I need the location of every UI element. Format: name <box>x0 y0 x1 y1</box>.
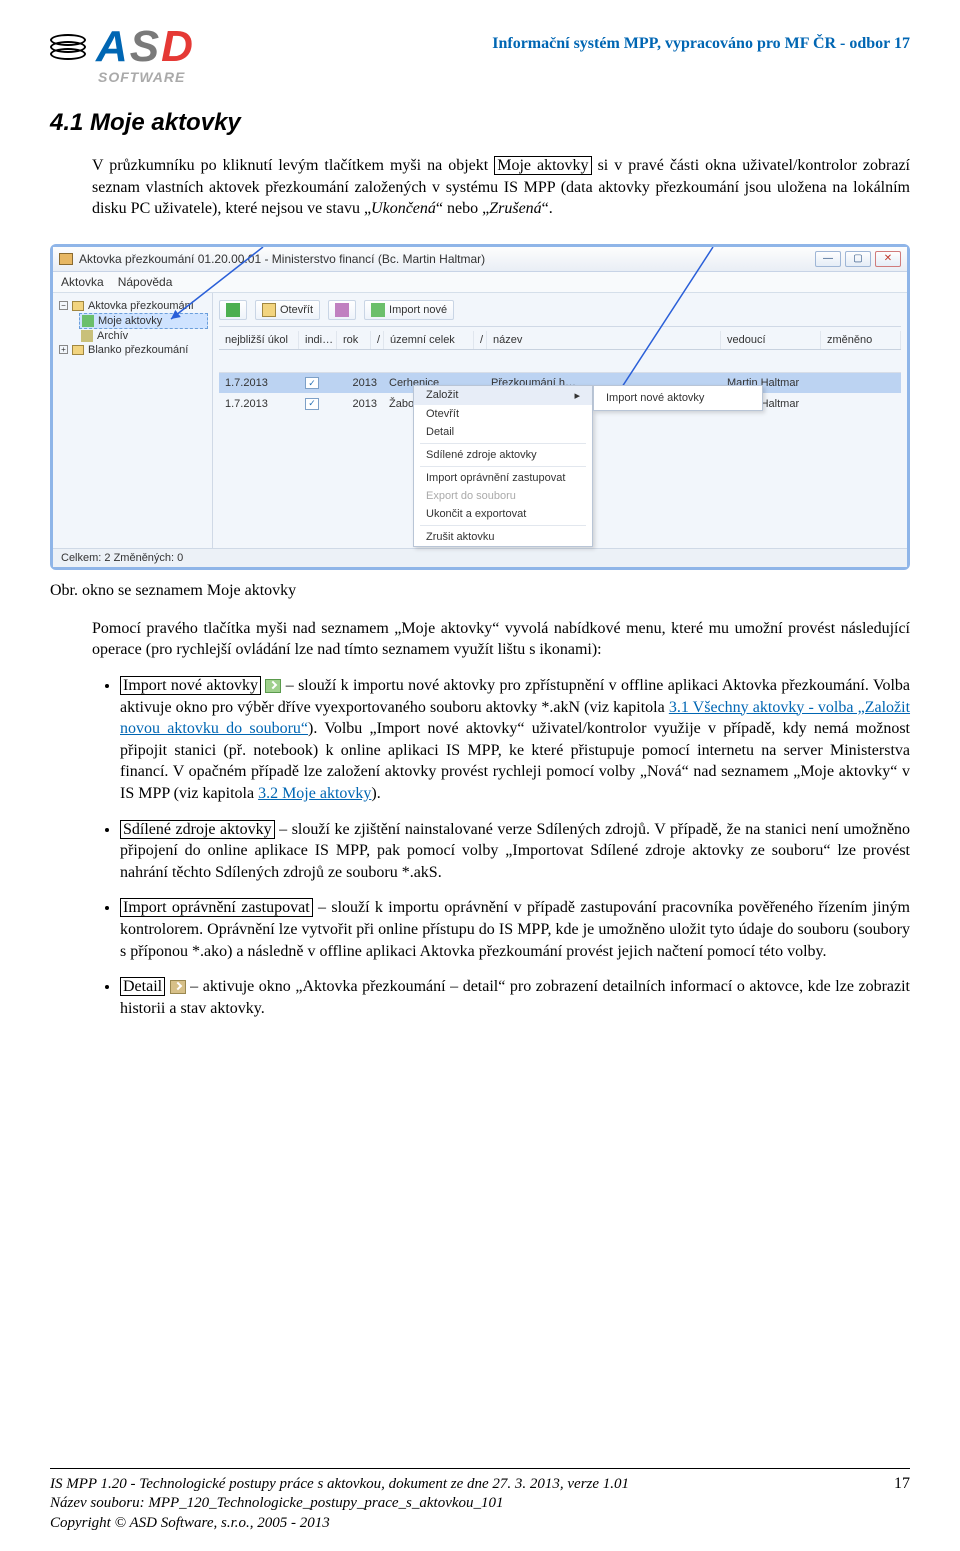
menubar: Aktovka Nápověda <box>53 272 907 293</box>
folder-icon <box>72 345 84 355</box>
logo-rings-icon <box>50 34 86 60</box>
detail-icon <box>170 980 186 994</box>
header-meta: Informační systém MPP, vypracováno pro M… <box>492 25 910 53</box>
logo-subtitle: SOFTWARE <box>98 69 185 85</box>
logo-text: A S D <box>96 25 193 69</box>
section-heading: 4.1 Moje aktovky <box>50 109 910 137</box>
list-item: Import oprávnění zastupovat – slouží k i… <box>120 897 910 962</box>
col-vedouci[interactable]: vedoucí <box>721 331 821 349</box>
chevron-right-icon: ▸ <box>574 389 580 402</box>
ctx-zrusit[interactable]: Zrušit aktovku <box>414 528 592 546</box>
folder-icon <box>72 301 84 311</box>
ctx-ukoncit[interactable]: Ukončit a exportovat <box>414 505 592 523</box>
screenshot-window: Aktovka přezkoumání 01.20.00.01 - Minist… <box>50 244 910 570</box>
folder-open-icon <box>262 303 276 317</box>
footer-doc-info: IS MPP 1.20 - Technologické postupy prác… <box>50 1475 629 1495</box>
list-item: Detail – aktivuje okno „Aktovka přezkoum… <box>120 976 910 1019</box>
boxed-sdilene-zdroje: Sdílené zdroje aktovky <box>120 820 275 839</box>
ctx-zalozit[interactable]: Založit▸ <box>414 386 592 405</box>
page-number: 17 <box>894 1475 910 1534</box>
nav-item-root[interactable]: −Aktovka přezkoumání <box>57 299 208 313</box>
window-title: Aktovka přezkoumání 01.20.00.01 - Minist… <box>79 252 485 266</box>
filter-row[interactable] <box>219 350 901 373</box>
nav-item-blanko[interactable]: +Blanko přezkoumání <box>57 343 208 357</box>
nav-tree: −Aktovka přezkoumání Moje aktovky Archív… <box>53 293 213 548</box>
maximize-button[interactable]: ▢ <box>845 251 871 267</box>
briefcase-icon <box>59 253 73 265</box>
toolbar-import-button[interactable]: Import nové <box>364 300 454 320</box>
link-kap-3-2[interactable]: 3.2 Moje aktovky <box>258 785 371 802</box>
list-icon <box>82 315 94 327</box>
checkbox-icon[interactable]: ✓ <box>305 398 319 410</box>
page-header: A S D SOFTWARE Informační systém MPP, vy… <box>50 0 910 85</box>
figure-caption: Obr. okno se seznamem Moje aktovky <box>50 582 910 600</box>
nav-item-archiv[interactable]: Archív <box>79 329 208 343</box>
book-icon <box>335 303 349 317</box>
nav-item-moje-aktovky[interactable]: Moje aktovky <box>79 313 208 329</box>
import-icon <box>371 303 385 317</box>
context-menu: Založit▸ Otevřít Detail Sdílené zdroje a… <box>413 385 593 547</box>
content-pane: Otevřít Import nové nejbližší úkol indi…… <box>213 293 907 548</box>
col-rok[interactable]: rok <box>337 331 371 349</box>
collapse-icon[interactable]: − <box>59 301 68 310</box>
col-uzemni[interactable]: územní celek <box>384 331 474 349</box>
list-item: Import nové aktovky – slouží k importu n… <box>120 675 910 805</box>
context-submenu: Import nové aktovky <box>593 385 763 411</box>
menu-aktovka[interactable]: Aktovka <box>61 275 104 289</box>
boxed-import-nove: Import nové aktovky <box>120 676 261 695</box>
submenu-import-nove[interactable]: Import nové aktovky <box>594 389 762 407</box>
col-indi[interactable]: indi… <box>299 331 337 349</box>
boxed-import-opravneni: Import oprávnění zastupovat <box>120 898 313 917</box>
intro-paragraph: V průzkumníku po kliknutí levým tlačítke… <box>92 155 910 220</box>
mid-paragraph: Pomocí pravého tlačítka myši nad sezname… <box>92 618 910 661</box>
ctx-otevrit[interactable]: Otevřít <box>414 405 592 423</box>
toolbar-detail-button[interactable] <box>328 300 356 320</box>
col-zmeneno[interactable]: změněno <box>821 331 901 349</box>
toolbar-open-button[interactable]: Otevřít <box>255 300 320 320</box>
ctx-import-opravneni[interactable]: Import oprávnění zastupovat <box>414 469 592 487</box>
close-button[interactable]: ✕ <box>875 251 901 267</box>
toolbar: Otevřít Import nové <box>219 297 901 327</box>
checkbox-icon[interactable]: ✓ <box>305 377 319 389</box>
logo: A S D SOFTWARE <box>50 25 193 85</box>
archive-icon <box>81 330 93 342</box>
col-ukol[interactable]: nejbližší úkol <box>219 331 299 349</box>
footer-copyright: Copyright © ASD Software, s.r.o., 2005 -… <box>50 1514 629 1534</box>
plus-icon <box>226 303 240 317</box>
import-icon <box>265 679 281 693</box>
col-sep: / <box>474 331 487 349</box>
menu-napoveda[interactable]: Nápověda <box>118 275 173 289</box>
statusbar: Celkem: 2 Změněných: 0 <box>53 548 907 567</box>
minimize-button[interactable]: — <box>815 251 841 267</box>
ctx-detail[interactable]: Detail <box>414 423 592 441</box>
toolbar-new-button[interactable] <box>219 300 247 320</box>
col-nazev[interactable]: název <box>487 331 721 349</box>
boxed-detail: Detail <box>120 977 165 996</box>
footer-filename: Název souboru: MPP_120_Technologicke_pos… <box>50 1494 629 1514</box>
boxed-moje-aktovky: Moje aktovky <box>494 156 591 175</box>
titlebar: Aktovka přezkoumání 01.20.00.01 - Minist… <box>53 247 907 272</box>
bullet-list: Import nové aktovky – slouží k importu n… <box>120 675 910 1033</box>
page-footer: IS MPP 1.20 - Technologické postupy prác… <box>50 1468 910 1551</box>
ctx-export: Export do souboru <box>414 487 592 505</box>
col-sep: / <box>371 331 384 349</box>
list-item: Sdílené zdroje aktovky – slouží ke zjišt… <box>120 819 910 884</box>
expand-icon[interactable]: + <box>59 345 68 354</box>
column-headers: nejbližší úkol indi… rok / územní celek … <box>219 331 901 350</box>
ctx-sdilene[interactable]: Sdílené zdroje aktovky <box>414 446 592 464</box>
